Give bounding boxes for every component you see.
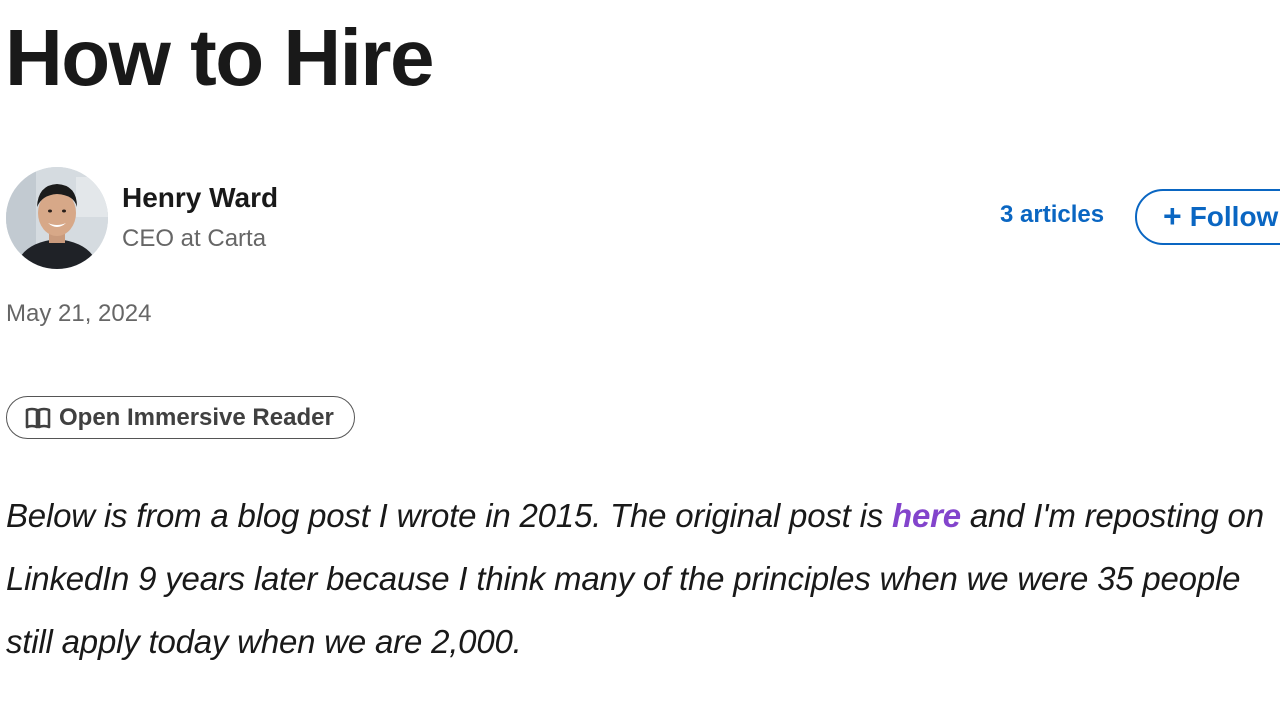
article-title: How to Hire (5, 13, 434, 102)
book-icon (25, 407, 51, 429)
author-articles-link[interactable]: 3 articles (1000, 201, 1104, 229)
author-name[interactable]: Henry Ward (122, 182, 278, 214)
immersive-reader-label: Open Immersive Reader (59, 403, 334, 431)
author-avatar[interactable] (6, 167, 108, 269)
article-intro-paragraph: Below is from a blog post I wrote in 201… (6, 484, 1276, 673)
publish-date: May 21, 2024 (6, 300, 152, 327)
author-row: Henry Ward CEO at Carta 3 articles + Fol… (6, 167, 1280, 269)
intro-text-before-link: Below is from a blog post I wrote in 201… (6, 497, 892, 534)
original-post-link[interactable]: here (892, 497, 961, 534)
follow-button[interactable]: + Follow (1135, 189, 1280, 245)
article-page: How to Hire Henry Ward CEO at Carta 3 ar… (0, 0, 1280, 720)
author-headline: CEO at Carta (122, 225, 267, 252)
immersive-reader-button[interactable]: Open Immersive Reader (6, 396, 355, 439)
avatar-photo-icon (6, 167, 108, 269)
follow-label: Follow (1189, 201, 1279, 232)
plus-icon: + (1163, 197, 1182, 234)
